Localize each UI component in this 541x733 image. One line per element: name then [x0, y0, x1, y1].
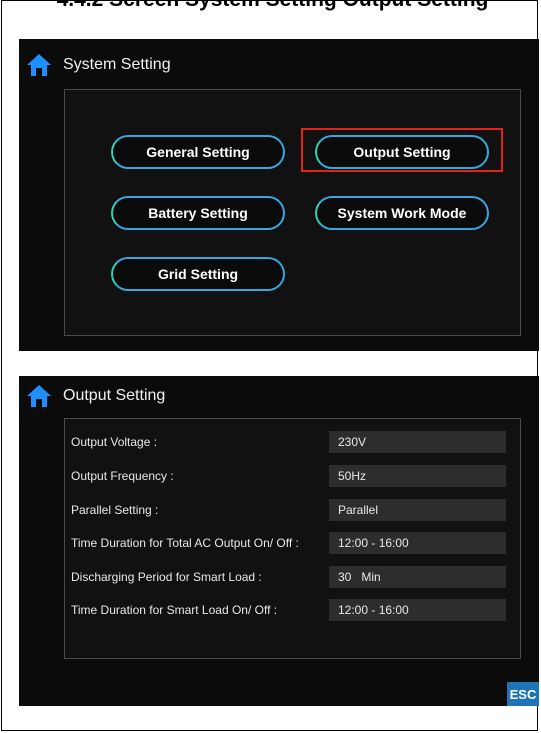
setting-label: Output Frequency :	[71, 469, 174, 483]
setting-row: Parallel Setting : Parallel	[71, 499, 506, 521]
general-setting-button[interactable]: General Setting	[111, 135, 285, 169]
setting-row: Output Frequency : 50Hz	[71, 465, 506, 487]
output-setting-screen: Output Setting Output Voltage : 230V Out…	[19, 376, 539, 706]
setting-row: Time Duration for Smart Load On/ Off : 1…	[71, 599, 506, 621]
parallel-setting-field[interactable]: Parallel	[329, 499, 506, 521]
grid-setting-button[interactable]: Grid Setting	[111, 257, 285, 291]
setting-label: Output Voltage :	[71, 435, 158, 449]
setting-label: Time Duration for Total AC Output On/ Of…	[71, 536, 299, 550]
output-settings-list: Output Voltage : 230V Output Frequency :…	[64, 418, 521, 659]
output-voltage-field[interactable]: 230V	[329, 431, 506, 453]
esc-button[interactable]: ESC	[507, 682, 539, 706]
home-icon[interactable]	[26, 384, 52, 408]
system-setting-header: System Setting	[26, 51, 171, 79]
page-title: Output Setting	[63, 387, 166, 404]
document-title: 4.4.2 Screen System Setting Output Setti…	[2, 0, 541, 12]
settings-menu: General Setting Output Setting Battery S…	[64, 89, 521, 336]
total-ac-output-duration-field[interactable]: 12:00 - 16:00	[329, 532, 506, 554]
selection-highlight-box	[301, 128, 503, 172]
setting-row: Output Voltage : 230V	[71, 431, 506, 453]
battery-setting-button[interactable]: Battery Setting	[111, 196, 285, 230]
smart-load-discharge-period-field[interactable]: 30 Min	[329, 566, 506, 588]
output-frequency-field[interactable]: 50Hz	[329, 465, 506, 487]
home-icon[interactable]	[26, 53, 52, 77]
setting-label: Time Duration for Smart Load On/ Off :	[71, 603, 278, 617]
setting-row: Time Duration for Total AC Output On/ Of…	[71, 532, 506, 554]
page-title: System Setting	[63, 56, 171, 73]
setting-label: Discharging Period for Smart Load :	[71, 570, 262, 584]
system-work-mode-button[interactable]: System Work Mode	[315, 196, 489, 230]
system-setting-screen: System Setting General Setting Output Se…	[19, 39, 539, 351]
setting-label: Parallel Setting :	[71, 503, 159, 517]
output-setting-header: Output Setting	[26, 382, 165, 410]
document-frame: 4.4.2 Screen System Setting Output Setti…	[1, 0, 541, 731]
setting-row: Discharging Period for Smart Load : 30 M…	[71, 566, 506, 588]
smart-load-duration-field[interactable]: 12:00 - 16:00	[329, 599, 506, 621]
